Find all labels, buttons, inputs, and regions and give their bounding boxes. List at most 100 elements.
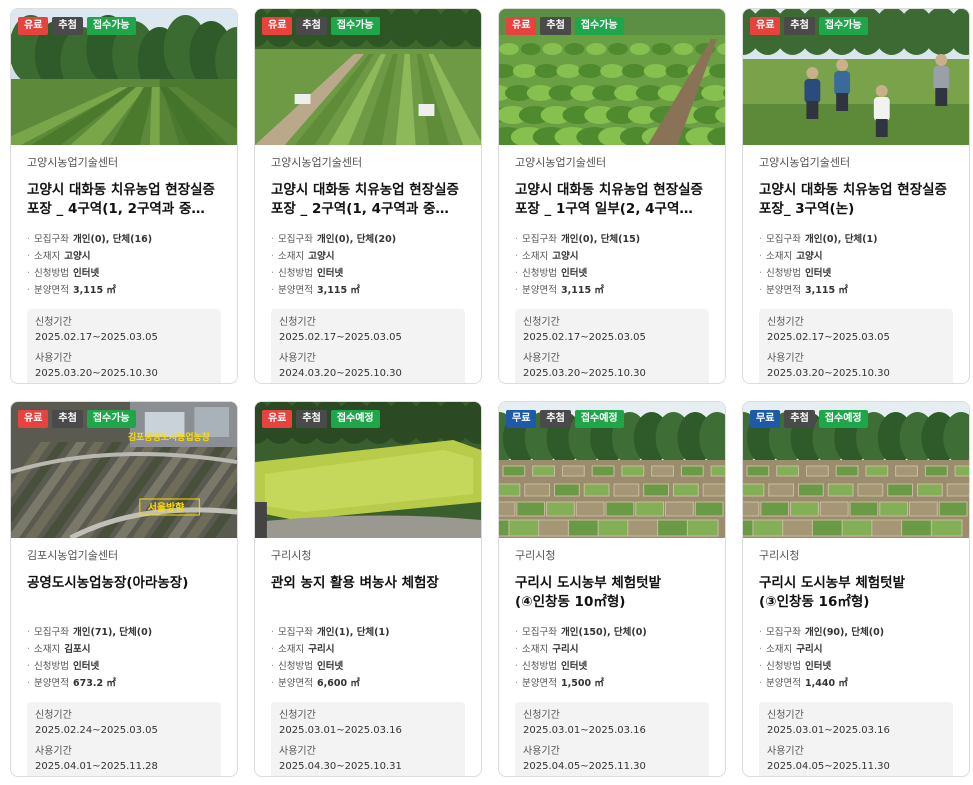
farm-info-list: 모집구좌개인(0), 단체(1) 소재지고양시 신청방법인터넷 분양면적3,11…	[759, 231, 953, 299]
farm-info-list: 모집구좌개인(1), 단체(1) 소재지구리시 신청방법인터넷 분양면적6,60…	[271, 624, 465, 692]
svg-text:김포공영도시농업농장: 김포공영도시농업농장	[128, 431, 211, 443]
open-badge: 접수가능	[86, 17, 136, 35]
apply-period-value: 2025.02.17~2025.03.05	[523, 332, 646, 343]
farm-title[interactable]: 구리시 도시농부 체험텃밭(④인창동 10㎡형)	[515, 574, 709, 612]
use-period-label: 사용기간	[767, 353, 804, 364]
info-recruit-units: 모집구좌개인(0), 단체(20)	[271, 231, 465, 248]
farm-info-list: 모집구좌개인(150), 단체(0) 소재지구리시 신청방법인터넷 분양면적1,…	[515, 624, 709, 692]
lottery-badge: 추첨	[52, 17, 83, 35]
info-location: 소재지구리시	[515, 641, 709, 658]
farm-photo[interactable]: 유료 추첨 접수가능	[743, 9, 969, 145]
info-area: 분양면적3,115 ㎡	[27, 282, 221, 299]
use-period-value: 2025.04.30~2025.10.31	[279, 761, 402, 772]
info-location: 소재지고양시	[27, 248, 221, 265]
apply-period-label: 신청기간	[523, 317, 560, 328]
info-recruit-units: 모집구좌개인(0), 단체(1)	[759, 231, 953, 248]
info-recruit-units: 모집구좌개인(90), 단체(0)	[759, 624, 953, 641]
farm-card[interactable]: 김포공영도시농업농장 서울방향 유료 추첨 접수가능 김포시농업기술센터 공영도시농업…	[10, 401, 238, 777]
lottery-badge: 추첨	[296, 17, 327, 35]
farm-photo[interactable]: 무료 추첨 접수예정	[743, 402, 969, 538]
farm-title[interactable]: 고양시 대화동 치유농업 현장실증 포장 _ 4구역(1, 2구역과 중…	[27, 181, 221, 219]
badge-group: 무료 추첨 접수예정	[506, 410, 624, 428]
info-apply-method: 신청방법인터넷	[271, 265, 465, 282]
farm-info-list: 모집구좌개인(90), 단체(0) 소재지구리시 신청방법인터넷 분양면적1,4…	[759, 624, 953, 692]
open-badge: 접수예정	[818, 410, 868, 428]
info-recruit-units: 모집구좌개인(0), 단체(16)	[27, 231, 221, 248]
period-box: 신청기간 2025.02.17~2025.03.05 사용기간 2025.03.…	[759, 309, 953, 383]
open-badge: 접수가능	[574, 17, 624, 35]
farm-photo[interactable]: 김포공영도시농업농장 서울방향 유료 추첨 접수가능	[11, 402, 237, 538]
farm-card[interactable]: 유료 추첨 접수가능 고양시농업기술센터 고양시 대화동 치유농업 현장실증 포장 …	[498, 8, 726, 384]
period-box: 신청기간 2025.02.17~2025.03.05 사용기간 2025.03.…	[27, 309, 221, 383]
info-location: 소재지고양시	[271, 248, 465, 265]
use-period-label: 사용기간	[767, 746, 804, 757]
organization-name: 고양시농업기술센터	[27, 156, 119, 169]
paid-badge: 유료	[750, 17, 781, 35]
lottery-badge: 추첨	[52, 410, 83, 428]
organization-name: 구리시청	[515, 549, 556, 562]
info-location: 소재지구리시	[271, 641, 465, 658]
svg-text:서울방향: 서울방향	[148, 501, 184, 514]
farm-card[interactable]: 유료추첨접수예정 구리시청 관외 농지 활용 벼농사 체험장 모집구좌개인(1)…	[254, 401, 482, 777]
farm-title[interactable]: 고양시 대화동 치유농업 현장실증 포장_ 3구역(논)	[759, 181, 953, 219]
lottery-badge: 추첨	[540, 17, 571, 35]
open-badge: 접수예정	[330, 410, 380, 428]
paid-badge: 유료	[262, 17, 293, 35]
farm-card[interactable]: 유료 추첨 접수가능 고양시농업기술센터 고양시 대화동 치유농업 현장실증 포장 …	[254, 8, 482, 384]
farm-photo[interactable]: 유료 추첨 접수가능	[255, 9, 481, 145]
info-apply-method: 신청방법인터넷	[515, 658, 709, 675]
info-area: 분양면적1,440 ㎡	[759, 675, 953, 692]
farm-title[interactable]: 관외 농지 활용 벼농사 체험장	[271, 574, 465, 612]
farm-card[interactable]: 무료추첨접수예정 구리시청 구리시 도시농부 체험텃밭(④인창동 10㎡형) 모…	[498, 401, 726, 777]
use-period-label: 사용기간	[279, 353, 316, 364]
farm-card[interactable]: 유료 추첨 접수가능 고양시농업기술센터 고양시 대화동 치유농업 현장실증 포장_…	[742, 8, 970, 384]
lottery-badge: 추첨	[540, 410, 571, 428]
farm-info-list: 모집구좌개인(0), 단체(16) 소재지고양시 신청방법인터넷 분양면적3,1…	[27, 231, 221, 299]
info-location: 소재지고양시	[759, 248, 953, 265]
farm-photo[interactable]: 유료 추첨 접수예정	[255, 402, 481, 538]
badge-group: 유료 추첨 접수가능	[18, 17, 136, 35]
info-recruit-units: 모집구좌개인(150), 단체(0)	[515, 624, 709, 641]
use-period-value: 2024.03.20~2025.10.30	[279, 368, 402, 379]
organization-name: 고양시농업기술센터	[271, 156, 363, 169]
farm-card[interactable]: 유료 추첨 접수가능 고양시농업기술센터 고양시 대화동 치유농업 현장실증 포장 …	[10, 8, 238, 384]
farm-title[interactable]: 공영도시농업농장(아라농장)	[27, 574, 221, 612]
period-box: 신청기간 2025.03.01~2025.03.16 사용기간 2025.04.…	[515, 702, 709, 776]
info-recruit-units: 모집구좌개인(1), 단체(1)	[271, 624, 465, 641]
info-apply-method: 신청방법인터넷	[759, 265, 953, 282]
free-badge: 무료	[506, 410, 537, 428]
badge-group: 유료 추첨 접수예정	[262, 410, 380, 428]
use-period-value: 2025.03.20~2025.10.30	[767, 368, 890, 379]
use-period-label: 사용기간	[279, 746, 316, 757]
free-badge: 무료	[750, 410, 781, 428]
info-area: 분양면적6,600 ㎡	[271, 675, 465, 692]
info-area: 분양면적1,500 ㎡	[515, 675, 709, 692]
organization-name: 구리시청	[759, 549, 800, 562]
farm-photo[interactable]: 유료 추첨 접수가능	[11, 9, 237, 145]
farm-title[interactable]: 고양시 대화동 치유농업 현장실증 포장 _ 1구역 일부(2, 4구역…	[515, 181, 709, 219]
badge-group: 유료 추첨 접수가능	[750, 17, 868, 35]
paid-badge: 유료	[18, 410, 49, 428]
open-badge: 접수가능	[330, 17, 380, 35]
organization-name: 고양시농업기술센터	[759, 156, 851, 169]
info-area: 분양면적3,115 ㎡	[515, 282, 709, 299]
farm-photo[interactable]: 유료 추첨 접수가능	[499, 9, 725, 145]
apply-period-label: 신청기간	[523, 710, 560, 721]
apply-period-label: 신청기간	[767, 317, 804, 328]
farm-info-list: 모집구좌개인(0), 단체(15) 소재지고양시 신청방법인터넷 분양면적3,1…	[515, 231, 709, 299]
info-location: 소재지고양시	[515, 248, 709, 265]
apply-period-label: 신청기간	[767, 710, 804, 721]
farm-title[interactable]: 구리시 도시농부 체험텃밭(③인창동 16㎡형)	[759, 574, 953, 612]
farm-title[interactable]: 고양시 대화동 치유농업 현장실증 포장 _ 2구역(1, 4구역과 중…	[271, 181, 465, 219]
organization-name: 구리시청	[271, 549, 312, 562]
open-badge: 접수가능	[818, 17, 868, 35]
farm-card[interactable]: 무료추첨접수예정 구리시청 구리시 도시농부 체험텃밭(③인창동 16㎡형) 모…	[742, 401, 970, 777]
use-period-label: 사용기간	[523, 746, 560, 757]
farm-photo[interactable]: 무료 추첨 접수예정	[499, 402, 725, 538]
info-area: 분양면적673.2 ㎡	[27, 675, 221, 692]
farm-info-list: 모집구좌개인(0), 단체(20) 소재지고양시 신청방법인터넷 분양면적3,1…	[271, 231, 465, 299]
info-apply-method: 신청방법인터넷	[27, 658, 221, 675]
organization-name: 고양시농업기술센터	[515, 156, 607, 169]
badge-group: 무료 추첨 접수예정	[750, 410, 868, 428]
period-box: 신청기간 2025.02.17~2025.03.05 사용기간 2025.03.…	[515, 309, 709, 383]
